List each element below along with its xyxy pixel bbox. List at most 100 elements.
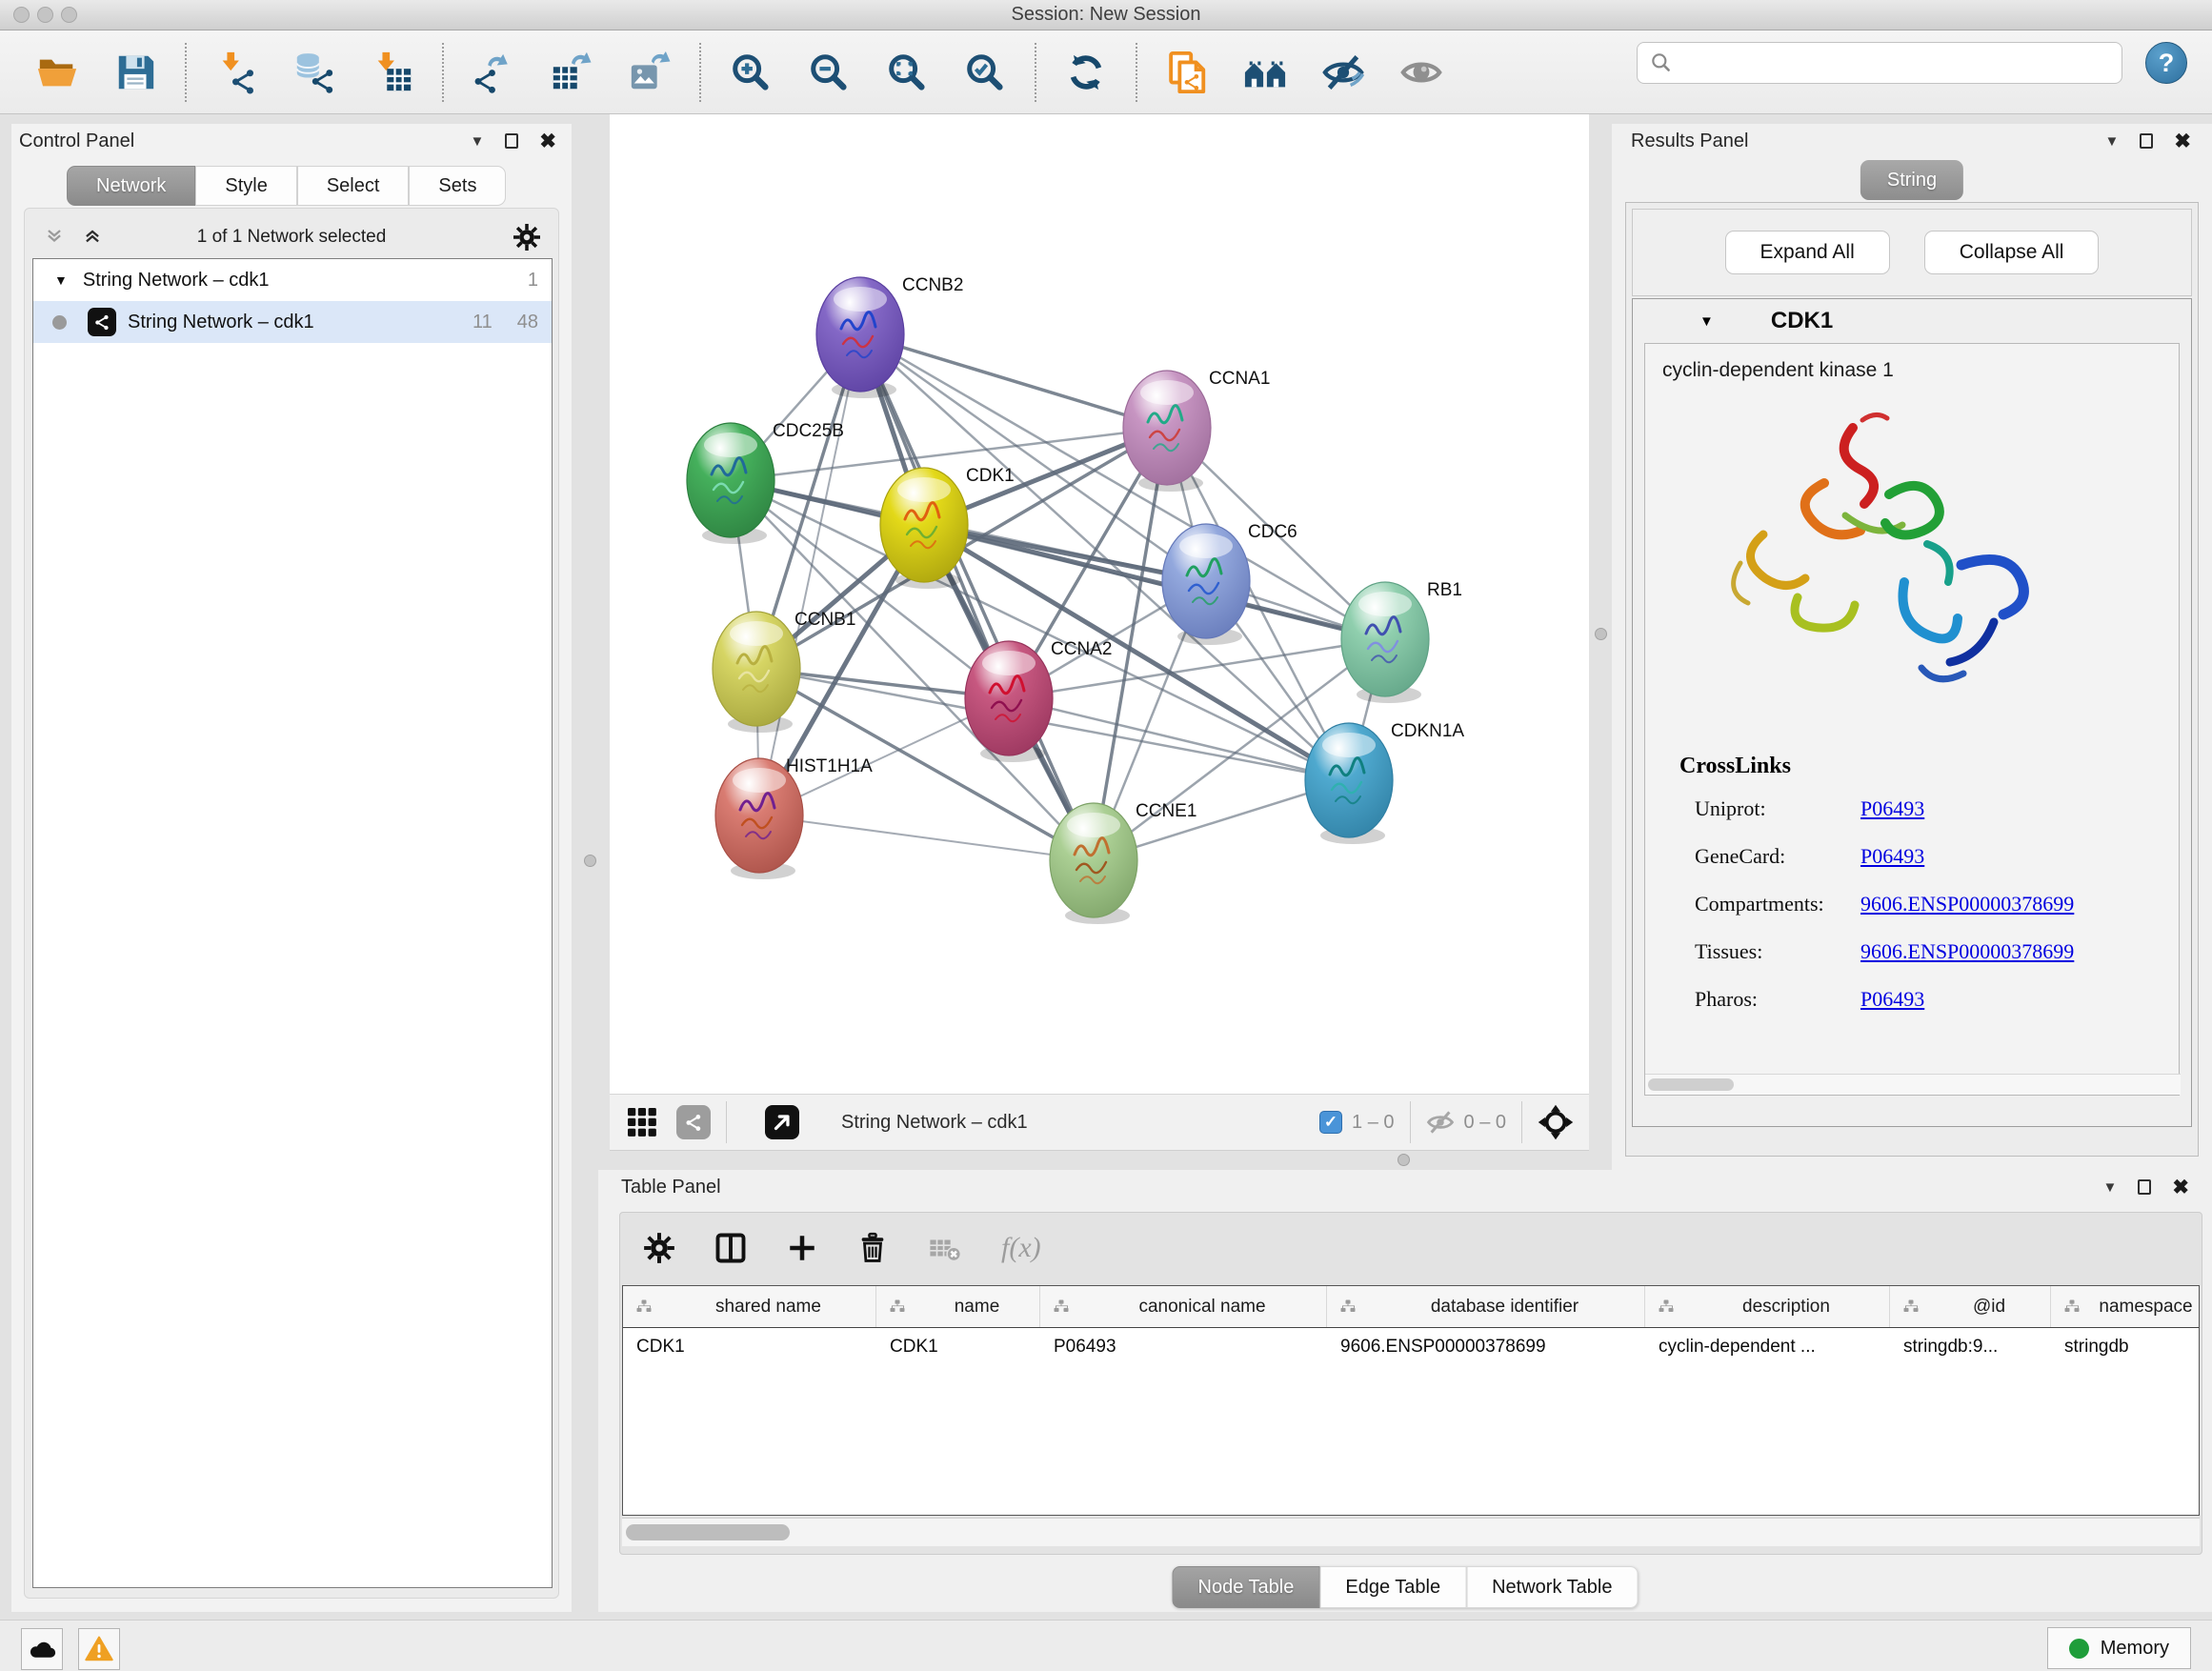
crosslink-link[interactable]: P06493 <box>1860 987 1924 1012</box>
tab-network-table[interactable]: Network Table <box>1466 1566 1638 1608</box>
memory-button[interactable]: Memory <box>2047 1627 2191 1669</box>
automation-cloud-button[interactable] <box>21 1628 63 1670</box>
control-panel-collapse-icon[interactable]: ▼ <box>471 133 485 150</box>
create-column-icon[interactable] <box>786 1232 818 1264</box>
tab-node-table[interactable]: Node Table <box>1173 1566 1320 1608</box>
birds-eye-view-icon[interactable] <box>625 1105 659 1139</box>
left-splitter-handle[interactable] <box>584 855 596 867</box>
control-panel-float-icon[interactable] <box>505 133 518 149</box>
table-row[interactable]: CDK1CDK1P064939606.ENSP00000378699cyclin… <box>623 1328 2199 1370</box>
network-collection-row[interactable]: ▼ String Network – cdk1 1 <box>33 259 552 301</box>
table-options-gear-icon[interactable] <box>643 1232 675 1264</box>
crosslinks-rows: Uniprot:P06493GeneCard:P06493Compartment… <box>1679 796 2175 1012</box>
gene-detail-box: cyclin-dependent kinase 1 <box>1644 343 2180 1096</box>
first-neighbors-button[interactable] <box>1240 46 1290 99</box>
results-panel-close-icon[interactable]: ✖ <box>2174 130 2191 153</box>
tab-style[interactable]: Style <box>195 166 296 206</box>
network-node-cdkn1a[interactable] <box>1305 723 1393 844</box>
tab-string[interactable]: String <box>1860 160 1963 200</box>
network-node-cdc6[interactable] <box>1162 524 1250 645</box>
cdk1-expand-icon[interactable]: ▼ <box>1699 313 1714 330</box>
control-panel-close-icon[interactable]: ✖ <box>539 130 556 153</box>
collapse-all-networks-icon[interactable] <box>80 225 105 250</box>
crosslink-link[interactable]: 9606.ENSP00000378699 <box>1860 939 2074 964</box>
node-label-ccne1: CCNE1 <box>1136 801 1196 821</box>
network-node-ccnb1[interactable] <box>713 612 800 733</box>
column-header-canonical-name[interactable]: canonical name <box>1040 1286 1327 1327</box>
network-node-rb1[interactable] <box>1341 582 1429 703</box>
zoom-selected-button[interactable] <box>960 46 1010 99</box>
open-session-button[interactable] <box>32 46 82 99</box>
node-table-header: shared namenamecanonical namedatabase id… <box>623 1286 2199 1328</box>
delete-column-trash-icon[interactable] <box>856 1232 889 1264</box>
collapse-all-button[interactable]: Collapse All <box>1924 231 2100 274</box>
network-node-hist1h1a[interactable] <box>715 758 803 879</box>
export-network-button[interactable] <box>469 46 518 99</box>
collection-expand-icon[interactable]: ▼ <box>54 272 68 288</box>
zoom-out-button[interactable] <box>804 46 854 99</box>
table-panel-close-icon[interactable]: ✖ <box>2172 1176 2189 1199</box>
fit-selected-crosshair-icon[interactable] <box>1538 1104 1574 1140</box>
string-tools-icon[interactable] <box>676 1105 711 1139</box>
network-node-ccna2[interactable] <box>965 641 1053 762</box>
table-hscroll-thumb[interactable] <box>626 1524 790 1540</box>
column-header-namespace[interactable]: namespace <box>2051 1286 2200 1327</box>
network-edge[interactable] <box>860 334 1167 428</box>
column-sort-icon <box>1338 1298 1357 1317</box>
open-in-browser-icon[interactable] <box>765 1105 799 1139</box>
right-splitter-handle[interactable] <box>1595 628 1607 640</box>
duplicate-network-button[interactable] <box>1162 46 1212 99</box>
results-panel-float-icon[interactable] <box>2140 133 2153 149</box>
network-node-ccne1[interactable] <box>1050 803 1137 924</box>
tab-edge-table[interactable]: Edge Table <box>1319 1566 1466 1608</box>
import-network-from-database-button[interactable] <box>290 46 339 99</box>
column-header-shared-name[interactable]: shared name <box>623 1286 876 1327</box>
refresh-network-button[interactable] <box>1061 46 1111 99</box>
show-all-icon <box>1399 50 1443 94</box>
results-panel-collapse-icon[interactable]: ▼ <box>2105 133 2120 150</box>
bottom-splitter-handle[interactable] <box>1398 1154 1410 1166</box>
search-input[interactable] <box>1674 52 2093 73</box>
results-hscrollbar[interactable] <box>1645 1074 2181 1095</box>
table-panel-collapse-icon[interactable]: ▼ <box>2103 1179 2118 1196</box>
help-button[interactable]: ? <box>2145 42 2187 84</box>
network-row[interactable]: String Network – cdk1 11 48 <box>33 301 552 343</box>
show-columns-icon[interactable] <box>714 1231 748 1265</box>
search-box[interactable] <box>1637 42 2122 84</box>
expand-all-button[interactable]: Expand All <box>1725 231 1890 274</box>
crosslink-link[interactable]: P06493 <box>1860 796 1924 821</box>
column-header-name[interactable]: name <box>876 1286 1040 1327</box>
network-view-canvas[interactable]: CCNB2CCNA1CDC25BCDK1CDC6RB1CCNB1CCNA2CDK… <box>610 114 1589 1094</box>
tab-network[interactable]: Network <box>67 166 195 206</box>
export-image-button[interactable] <box>625 46 674 99</box>
expand-all-networks-icon[interactable] <box>42 225 67 250</box>
zoom-in-button[interactable] <box>726 46 775 99</box>
table-panel-float-icon[interactable] <box>2138 1179 2151 1195</box>
zoom-selected-icon <box>963 50 1007 94</box>
warnings-button[interactable] <box>78 1628 120 1670</box>
network-node-ccna1[interactable] <box>1123 371 1211 492</box>
column-header-database-identifier[interactable]: database identifier <box>1327 1286 1645 1327</box>
network-node-cdk1[interactable] <box>880 468 968 589</box>
zoom-fit-button[interactable] <box>882 46 932 99</box>
import-table-button[interactable] <box>368 46 417 99</box>
network-edge[interactable] <box>860 334 1094 860</box>
save-session-button[interactable] <box>111 46 160 99</box>
tab-select[interactable]: Select <box>297 166 410 206</box>
show-all-button[interactable] <box>1397 46 1446 99</box>
network-node-ccnb2[interactable] <box>816 277 904 398</box>
import-network-button[interactable] <box>211 46 261 99</box>
table-hscrollbar[interactable] <box>622 1518 2200 1546</box>
network-edge[interactable] <box>759 815 1094 860</box>
export-table-button[interactable] <box>547 46 596 99</box>
column-header--id[interactable]: @id <box>1890 1286 2051 1327</box>
selected-nodes-checkbox[interactable]: ✓ <box>1319 1111 1342 1134</box>
network-node-cdc25b[interactable] <box>687 423 774 544</box>
column-header-description[interactable]: description <box>1645 1286 1890 1327</box>
crosslink-link[interactable]: 9606.ENSP00000378699 <box>1860 892 2074 916</box>
network-options-gear-icon[interactable] <box>513 223 541 252</box>
hide-selected-button[interactable] <box>1318 46 1368 99</box>
crosslink-link[interactable]: P06493 <box>1860 844 1924 869</box>
tab-sets[interactable]: Sets <box>409 166 506 206</box>
network-edge[interactable] <box>759 334 860 815</box>
